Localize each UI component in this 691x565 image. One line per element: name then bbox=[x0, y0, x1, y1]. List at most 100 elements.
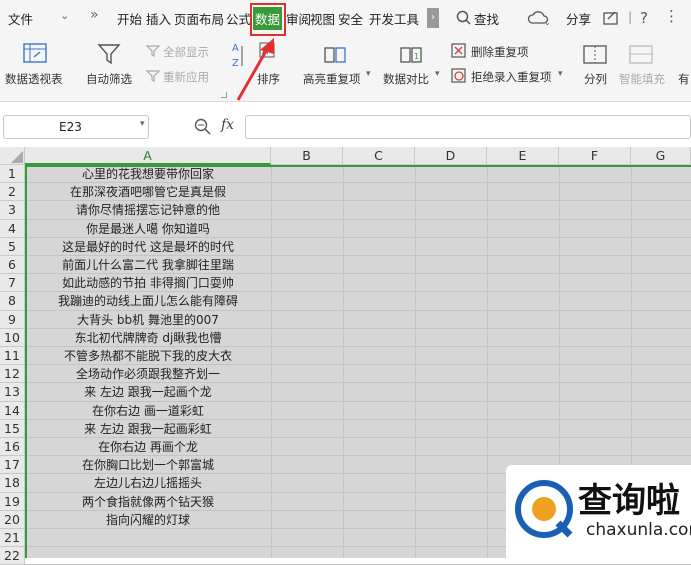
row-header[interactable]: 9 bbox=[0, 310, 25, 329]
watermark-title: 查询啦 bbox=[578, 481, 680, 521]
highlight-duplicates-button[interactable]: 高亮重复项 bbox=[303, 71, 361, 87]
cell-a[interactable]: 在那深夜酒吧哪管它是真是假 bbox=[25, 183, 271, 201]
red-arrow-annotation bbox=[236, 38, 274, 101]
formula-input[interactable] bbox=[245, 115, 691, 139]
name-box[interactable]: E23 ▾ bbox=[3, 115, 149, 139]
cell-a[interactable]: 在你胸口比划一个郭富城 bbox=[25, 456, 271, 474]
autofilter-button[interactable]: 自动筛选 bbox=[86, 71, 132, 87]
tab-page-layout[interactable]: 页面布局 bbox=[174, 9, 224, 28]
group-expand-icon[interactable] bbox=[221, 92, 227, 98]
cell-a[interactable]: 两个食指就像两个钻天猴 bbox=[25, 493, 271, 511]
cell-a[interactable] bbox=[25, 547, 271, 565]
tab-home[interactable]: 开始 bbox=[117, 9, 142, 28]
share-button[interactable]: 分享 bbox=[566, 9, 591, 28]
row-header[interactable]: 12 bbox=[0, 365, 25, 384]
tab-data[interactable]: 数据 bbox=[253, 7, 283, 30]
search-icon[interactable] bbox=[456, 10, 472, 26]
cell-a[interactable]: 指向闪耀的灯球 bbox=[25, 511, 271, 529]
cell-a[interactable]: 来 左边 跟我一起画彩虹 bbox=[25, 420, 271, 438]
tab-review[interactable]: 审阅 bbox=[286, 9, 311, 28]
delete-duplicates-button[interactable]: 删除重复项 bbox=[471, 44, 529, 60]
smart-fill-button[interactable]: 智能填充 bbox=[619, 71, 665, 87]
split-column-button[interactable]: 分列 bbox=[584, 71, 607, 87]
cell-a[interactable] bbox=[25, 529, 271, 547]
row-header[interactable]: 1 bbox=[0, 165, 25, 184]
row-header[interactable]: 2 bbox=[0, 183, 25, 202]
column-header-d[interactable]: D bbox=[415, 147, 487, 165]
tab-insert[interactable]: 插入 bbox=[146, 9, 171, 28]
column-header-e[interactable]: E bbox=[487, 147, 559, 165]
chevron-down-icon[interactable]: ▾ bbox=[435, 69, 440, 79]
reapply-button[interactable]: 重新应用 bbox=[163, 69, 209, 85]
help-icon[interactable]: ? bbox=[638, 9, 654, 27]
export-icon[interactable] bbox=[602, 9, 620, 27]
row-header[interactable]: 18 bbox=[0, 474, 25, 493]
row-header[interactable]: 17 bbox=[0, 456, 25, 475]
cloud-sync-icon[interactable]: ⌄ bbox=[527, 9, 551, 27]
fx-icon[interactable]: fx bbox=[221, 117, 234, 133]
cell-a[interactable]: 请你尽情摇摆忘记钟意的他 bbox=[25, 201, 271, 219]
reject-duplicates-button[interactable]: 拒绝录入重复项 bbox=[471, 69, 552, 85]
search-label[interactable]: 查找 bbox=[474, 9, 499, 28]
tab-formula[interactable]: 公式 bbox=[226, 9, 251, 28]
column-header-a[interactable]: A bbox=[25, 147, 271, 165]
file-menu[interactable]: 文件 bbox=[8, 9, 33, 28]
row-header[interactable]: 8 bbox=[0, 292, 25, 311]
tab-developer[interactable]: 开发工具 bbox=[369, 9, 419, 28]
row-header[interactable]: 22 bbox=[0, 547, 25, 565]
tab-security[interactable]: 安全 bbox=[338, 9, 363, 28]
row-header[interactable]: 10 bbox=[0, 328, 25, 347]
data-compare-button[interactable]: 数据对比 bbox=[383, 71, 429, 87]
cell-a[interactable]: 如此动感的节拍 非得搁门口耍帅 bbox=[25, 274, 271, 292]
zoom-formula-icon[interactable] bbox=[194, 118, 212, 136]
cell-a[interactable]: 在你右边 画一道彩虹 bbox=[25, 402, 271, 420]
cell-a[interactable]: 我蹦迪的动线上面儿怎么能有障碍 bbox=[25, 292, 271, 310]
cell-a[interactable]: 东北初代牌牌奇 dj瞅我也懵 bbox=[25, 329, 271, 347]
cell-a[interactable]: 你是最迷人噶 你知道吗 bbox=[25, 220, 271, 238]
show-all-button[interactable]: 全部显示 bbox=[163, 44, 209, 60]
row-header[interactable]: 16 bbox=[0, 438, 25, 457]
row-header[interactable]: 20 bbox=[0, 510, 25, 529]
cell-a[interactable]: 前面儿什么富二代 我拿脚往里踹 bbox=[25, 256, 271, 274]
double-chevron-right-icon[interactable]: » bbox=[90, 7, 99, 23]
chevron-down-icon[interactable]: ▾ bbox=[140, 119, 145, 129]
cell-a[interactable]: 这是最好的时代 这是最坏的时代 bbox=[25, 238, 271, 256]
cell-a[interactable]: 来 左边 跟我一起画个龙 bbox=[25, 383, 271, 401]
row-header[interactable]: 14 bbox=[0, 401, 25, 420]
select-all-corner[interactable] bbox=[0, 147, 25, 165]
row-header[interactable]: 21 bbox=[0, 529, 25, 548]
row-header[interactable]: 19 bbox=[0, 492, 25, 511]
column-header-f[interactable]: F bbox=[559, 147, 631, 165]
split-column-icon bbox=[583, 45, 607, 64]
cell-a[interactable]: 大背头 bb机 舞池里的007 bbox=[25, 311, 271, 329]
cell-a[interactable]: 在你右边 再画个龙 bbox=[25, 438, 271, 456]
formula-bar: E23 ▾ fx bbox=[0, 103, 691, 147]
data-compare-icon: 1 bbox=[400, 47, 422, 63]
column-header-g[interactable]: G bbox=[631, 147, 691, 165]
column-header-c[interactable]: C bbox=[343, 147, 415, 165]
name-box-value: E23 bbox=[59, 120, 82, 134]
chevron-down-icon[interactable]: ⌄ bbox=[60, 9, 69, 22]
row-header[interactable]: 6 bbox=[0, 256, 25, 275]
cell-a[interactable]: 全场动作必须跟我整齐划一 bbox=[25, 365, 271, 383]
show-all-icon bbox=[146, 45, 160, 57]
cell-a[interactable]: 不管多热都不能脱下我的皮大衣 bbox=[25, 347, 271, 365]
row-header[interactable]: 5 bbox=[0, 237, 25, 256]
more-tabs-icon[interactable]: › bbox=[427, 8, 439, 28]
more-options-icon[interactable]: ⋮ bbox=[664, 7, 679, 25]
cell-a[interactable]: 左边儿右边儿摇摇头 bbox=[25, 474, 271, 492]
pivot-table-button[interactable]: 数据透视表 bbox=[5, 71, 63, 87]
row-header[interactable]: 4 bbox=[0, 219, 25, 238]
svg-text:⌄: ⌄ bbox=[544, 18, 551, 27]
more-button[interactable]: 有 bbox=[678, 71, 690, 87]
chevron-down-icon[interactable]: ▾ bbox=[558, 69, 563, 79]
row-header[interactable]: 11 bbox=[0, 347, 25, 366]
cell-a[interactable]: 心里的花我想要带你回家 bbox=[25, 165, 271, 183]
row-header[interactable]: 13 bbox=[0, 383, 25, 402]
row-header[interactable]: 15 bbox=[0, 419, 25, 438]
tab-view[interactable]: 视图 bbox=[310, 9, 335, 28]
row-header[interactable]: 7 bbox=[0, 274, 25, 293]
row-header[interactable]: 3 bbox=[0, 201, 25, 220]
chevron-down-icon[interactable]: ▾ bbox=[366, 69, 371, 79]
column-header-b[interactable]: B bbox=[271, 147, 343, 165]
